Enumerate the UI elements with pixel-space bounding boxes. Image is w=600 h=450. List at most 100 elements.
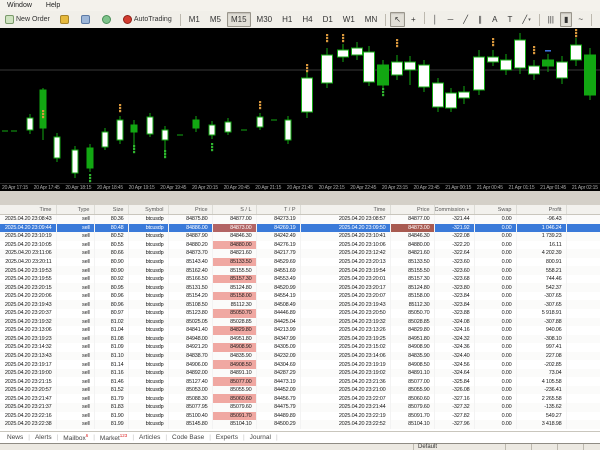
cell: 84838.70 <box>168 352 212 361</box>
history-row[interactable]: 2025.04.20 23:08:43sell80.36btcusdp84875… <box>0 215 600 224</box>
trade-marker <box>306 70 308 72</box>
column-header-swap[interactable]: Swap <box>474 205 516 215</box>
cell: 2025.04.20 23:19:19 <box>300 360 390 369</box>
timeframe-m30[interactable]: M30 <box>253 12 277 27</box>
timeframe-m15[interactable]: M15 <box>227 12 251 27</box>
column-header-time[interactable]: Time <box>300 205 390 215</box>
vertical-line-icon[interactable]: │ <box>429 12 442 27</box>
column-header-symbol[interactable]: Symbol <box>128 205 168 215</box>
candle <box>352 48 363 55</box>
column-header-spacer[interactable] <box>566 205 600 215</box>
history-row[interactable]: 2025.04.20 23:09:44sell80.48btcusdp84886… <box>0 224 600 233</box>
timeframe-mn[interactable]: MN <box>361 12 381 27</box>
timeframe-d1[interactable]: D1 <box>319 12 337 27</box>
cell: 2025.04.20 23:22:38 <box>0 420 56 429</box>
history-row[interactable]: 2025.04.20 23:21:15sell81.46btcusdp85127… <box>0 377 600 386</box>
history-row[interactable]: 2025.04.20 23:13:43sell81.10btcusdp84838… <box>0 352 600 361</box>
zoom-in-icon[interactable]: ⊕ <box>596 12 600 27</box>
line-chart-icon[interactable]: ~ <box>574 12 587 27</box>
cell: 84948.00 <box>168 335 212 344</box>
chart-area[interactable] <box>0 28 600 183</box>
tab-news[interactable]: News <box>2 434 28 441</box>
history-row[interactable]: 2025.04.20 23:19:17sell81.14btcusdp84906… <box>0 360 600 369</box>
status-template-cell[interactable]: Default <box>413 444 506 450</box>
timeframe-m1[interactable]: M1 <box>185 12 204 27</box>
column-header-price[interactable]: Price <box>168 205 212 215</box>
trendline-icon[interactable]: ╱ <box>459 12 472 27</box>
column-header-type[interactable]: Type <box>56 205 94 215</box>
column-header-profit[interactable]: Profit <box>516 205 566 215</box>
trade-marker <box>119 110 121 112</box>
column-header-t-p[interactable]: T / P <box>256 205 300 215</box>
history-row[interactable]: 2025.04.20 23:13:06sell81.04btcusdp84841… <box>0 326 600 335</box>
tab-market[interactable]: Market123 <box>95 433 132 442</box>
history-row[interactable]: 2025.04.20 23:19:32sell81.02btcusdp85025… <box>0 318 600 327</box>
print-button[interactable] <box>77 12 96 27</box>
tab-code-base[interactable]: Code Base <box>167 434 209 441</box>
history-row[interactable]: 2025.04.20 23:19:23sell81.08btcusdp84948… <box>0 335 600 344</box>
bar-chart-icon[interactable]: ||| <box>544 12 558 27</box>
candlestick-chart-icon[interactable]: ▮ <box>560 12 572 27</box>
timeframe-h4[interactable]: H4 <box>298 12 316 27</box>
shapes-dropdown-icon[interactable]: ╱▾ <box>518 12 534 27</box>
history-row[interactable]: 2025.04.20 23:20:11sell80.90btcusdp85143… <box>0 258 600 267</box>
cell: 80.52 <box>94 232 128 241</box>
tab-experts[interactable]: Experts <box>211 434 243 441</box>
history-row[interactable]: 2025.04.20 23:19:55sell80.92btcusdp85166… <box>0 275 600 284</box>
community-button[interactable] <box>98 12 117 27</box>
history-row[interactable]: 2025.04.20 23:19:00sell81.16btcusdp84892… <box>0 369 600 378</box>
tab-alerts[interactable]: Alerts <box>30 434 57 441</box>
history-row[interactable]: 2025.04.20 23:20:15sell80.95btcusdp85131… <box>0 283 600 292</box>
label-icon[interactable]: T <box>503 12 516 27</box>
column-header-size[interactable]: Size <box>94 205 128 215</box>
autotrading-button[interactable]: AutoTrading <box>119 12 176 27</box>
vertical-line-icon: │ <box>433 16 438 24</box>
cell: -324.16 <box>434 326 474 335</box>
column-header-commission[interactable]: Commission ▼ <box>434 205 474 215</box>
toolbar: New Order AutoTrading M1M5M15M30H1H4D1W1… <box>0 11 600 29</box>
history-row[interactable]: 2025.04.20 23:20:06sell80.96btcusdp85154… <box>0 292 600 301</box>
menu-window[interactable]: Window <box>0 0 39 11</box>
history-row[interactable]: 2025.04.20 23:10:05sell80.55btcusdp84880… <box>0 241 600 250</box>
cell <box>566 403 600 412</box>
history-row[interactable]: 2025.04.20 23:22:38sell81.99btcusdp85145… <box>0 420 600 429</box>
history-row[interactable]: 2025.04.20 23:19:53sell80.90btcusdp85162… <box>0 266 600 275</box>
cell: 84877.00 <box>212 215 256 224</box>
history-row[interactable]: 2025.04.20 23:21:37sell81.83btcusdp85077… <box>0 403 600 412</box>
timeframe-h1[interactable]: H1 <box>278 12 296 27</box>
history-row[interactable]: 2025.04.20 23:20:37sell80.97btcusdp85123… <box>0 309 600 318</box>
cell: 84892.00 <box>168 369 212 378</box>
new-order-button[interactable]: New Order <box>1 12 54 27</box>
alerts-button[interactable] <box>56 12 75 27</box>
column-header-s-l[interactable]: S / L <box>212 205 256 215</box>
timeframe-m5[interactable]: M5 <box>206 12 225 27</box>
cell: 85154.20 <box>168 292 212 301</box>
text-icon[interactable]: A <box>488 12 501 27</box>
cell: -236.41 <box>516 386 566 395</box>
timeframe-w1[interactable]: W1 <box>339 12 359 27</box>
crosshair-icon[interactable]: + <box>407 12 420 27</box>
tab-mailbox[interactable]: Mailbox6 <box>58 433 93 442</box>
cell: 80.95 <box>94 283 128 292</box>
column-header-price[interactable]: Price <box>390 205 434 215</box>
channel-icon[interactable]: ∥ <box>474 12 486 27</box>
menu-help[interactable]: Help <box>39 0 67 11</box>
tab-articles[interactable]: Articles <box>134 434 165 441</box>
cell: 0.00 <box>474 318 516 327</box>
horizontal-line-icon[interactable]: ─ <box>444 12 458 27</box>
history-row[interactable]: 2025.04.20 23:20:57sell81.52btcusdp85053… <box>0 386 600 395</box>
history-row[interactable]: 2025.04.20 23:22:16sell81.90btcusdp85100… <box>0 412 600 421</box>
cell: 2025.04.20 23:13:26 <box>300 326 390 335</box>
cell: 85104.10 <box>212 420 256 429</box>
column-header-time[interactable]: Time <box>0 205 56 215</box>
history-row[interactable]: 2025.04.20 23:21:47sell81.79btcusdp85088… <box>0 394 600 403</box>
history-row[interactable]: 2025.04.20 23:11:06sell80.66btcusdp84873… <box>0 249 600 258</box>
trade-marker <box>133 145 135 147</box>
tab-journal[interactable]: Journal <box>245 434 276 441</box>
trade-marker <box>306 67 308 69</box>
cursor-icon[interactable]: ↖ <box>390 12 405 27</box>
history-row[interactable]: 2025.04.20 23:19:43sell80.96btcusdp85108… <box>0 300 600 309</box>
table-header-row[interactable]: TimeTypeSizeSymbolPriceS / LT / PTimePri… <box>0 205 600 215</box>
history-row[interactable]: 2025.04.20 23:14:32sell81.09btcusdp84921… <box>0 343 600 352</box>
history-row[interactable]: 2025.04.20 23:10:19sell80.52btcusdp84887… <box>0 232 600 241</box>
